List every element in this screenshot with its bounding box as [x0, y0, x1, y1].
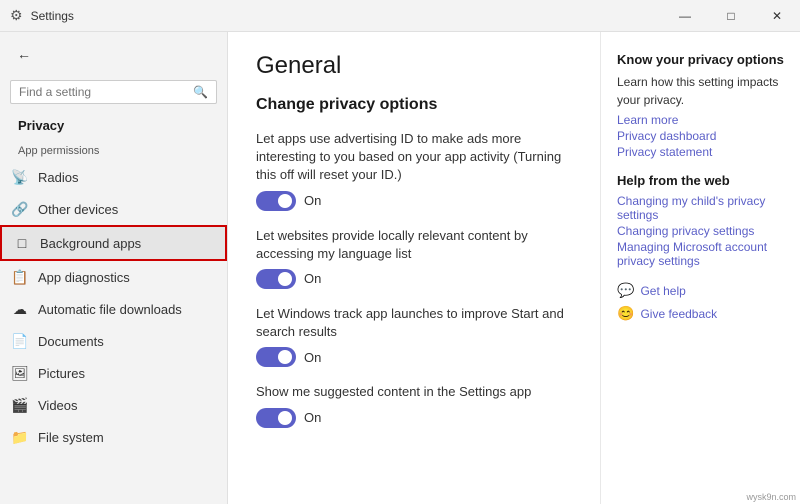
search-input[interactable]: [19, 85, 187, 99]
language-list-description: Let websites provide locally relevant co…: [256, 227, 572, 263]
titlebar: ⚙ Settings — □ ✕: [0, 0, 800, 32]
background-apps-label: Background apps: [40, 236, 141, 251]
help-actions: 💬 Get help 😊 Give feedback: [617, 282, 784, 322]
main-content: General Change privacy options Let apps …: [228, 32, 600, 504]
app-permissions-label: App permissions: [0, 137, 227, 161]
settings-icon: ⚙: [10, 7, 23, 24]
section-title: Change privacy options: [256, 96, 572, 114]
sidebar-item-radios[interactable]: 📡 Radios: [0, 161, 227, 193]
back-button[interactable]: ←: [10, 40, 38, 68]
app-launches-toggle[interactable]: [256, 347, 296, 367]
manage-account-link[interactable]: Managing Microsoft account privacy setti…: [617, 240, 784, 268]
maximize-button[interactable]: □: [708, 0, 754, 32]
app-diagnostics-icon: 📋: [12, 269, 28, 285]
sidebar-item-background-apps[interactable]: □ Background apps: [0, 225, 227, 261]
documents-label: Documents: [38, 334, 104, 349]
advertising-id-toggle[interactable]: [256, 191, 296, 211]
background-apps-icon: □: [14, 235, 30, 251]
sidebar-item-pictures[interactable]: 🖼 Pictures: [0, 357, 227, 389]
get-help-icon: 💬: [617, 282, 634, 299]
search-icon: 🔍: [193, 85, 208, 99]
setting-advertising-id: Let apps use advertising ID to make ads …: [256, 130, 572, 211]
radios-label: Radios: [38, 170, 78, 185]
advertising-id-toggle-label: On: [304, 193, 321, 208]
other-devices-label: Other devices: [38, 202, 118, 217]
sidebar: ← 🔍 Privacy App permissions 📡 Radios 🔗 O…: [0, 32, 228, 504]
titlebar-left: ⚙ Settings: [10, 7, 74, 24]
titlebar-controls: — □ ✕: [662, 0, 800, 32]
sidebar-nav-top: ←: [0, 32, 227, 76]
automatic-downloads-icon: ☁: [12, 301, 28, 317]
sidebar-items-container: 📡 Radios 🔗 Other devices □ Background ap…: [0, 161, 227, 453]
get-help-link[interactable]: Get help: [640, 284, 685, 298]
give-feedback-icon: 😊: [617, 305, 634, 322]
file-system-icon: 📁: [12, 429, 28, 445]
child-privacy-link[interactable]: Changing my child's privacy settings: [617, 194, 784, 222]
know-privacy-description: Learn how this setting impacts your priv…: [617, 73, 784, 109]
language-list-toggle[interactable]: [256, 269, 296, 289]
get-help-item[interactable]: 💬 Get help: [617, 282, 784, 299]
advertising-id-toggle-row: On: [256, 191, 572, 211]
file-system-label: File system: [38, 430, 104, 445]
close-button[interactable]: ✕: [754, 0, 800, 32]
advertising-id-description: Let apps use advertising ID to make ads …: [256, 130, 572, 185]
minimize-button[interactable]: —: [662, 0, 708, 32]
documents-icon: 📄: [12, 333, 28, 349]
give-feedback-item[interactable]: 😊 Give feedback: [617, 305, 784, 322]
titlebar-title: Settings: [31, 9, 74, 23]
privacy-dashboard-link[interactable]: Privacy dashboard: [617, 129, 784, 143]
app-launches-toggle-row: On: [256, 347, 572, 367]
search-box[interactable]: 🔍: [10, 80, 217, 104]
sidebar-item-file-system[interactable]: 📁 File system: [0, 421, 227, 453]
help-web-title: Help from the web: [617, 173, 784, 188]
sidebar-item-other-devices[interactable]: 🔗 Other devices: [0, 193, 227, 225]
sidebar-item-app-diagnostics[interactable]: 📋 App diagnostics: [0, 261, 227, 293]
setting-language-list: Let websites provide locally relevant co…: [256, 227, 572, 289]
radios-icon: 📡: [12, 169, 28, 185]
app-launches-description: Let Windows track app launches to improv…: [256, 305, 572, 341]
app-launches-toggle-label: On: [304, 350, 321, 365]
language-list-toggle-label: On: [304, 271, 321, 286]
pictures-icon: 🖼: [12, 365, 28, 381]
help-links: Changing my child's privacy settings Chan…: [617, 194, 784, 268]
page-title: General: [256, 52, 572, 80]
know-privacy-title: Know your privacy options: [617, 52, 784, 67]
changing-privacy-link[interactable]: Changing privacy settings: [617, 224, 784, 238]
sidebar-item-automatic-downloads[interactable]: ☁ Automatic file downloads: [0, 293, 227, 325]
setting-suggested-content: Show me suggested content in the Setting…: [256, 383, 572, 427]
sidebar-item-videos[interactable]: 🎬 Videos: [0, 389, 227, 421]
setting-app-launches: Let Windows track app launches to improv…: [256, 305, 572, 367]
sidebar-item-documents[interactable]: 📄 Documents: [0, 325, 227, 357]
pictures-label: Pictures: [38, 366, 85, 381]
app-container: ← 🔍 Privacy App permissions 📡 Radios 🔗 O…: [0, 32, 800, 504]
app-diagnostics-label: App diagnostics: [38, 270, 130, 285]
suggested-content-description: Show me suggested content in the Setting…: [256, 383, 572, 401]
right-links: Learn more Privacy dashboard Privacy state…: [617, 113, 784, 159]
suggested-content-toggle[interactable]: [256, 408, 296, 428]
automatic-downloads-label: Automatic file downloads: [38, 302, 182, 317]
language-list-toggle-row: On: [256, 269, 572, 289]
videos-icon: 🎬: [12, 397, 28, 413]
other-devices-icon: 🔗: [12, 201, 28, 217]
right-panel: Know your privacy options Learn how this…: [600, 32, 800, 504]
privacy-statement-link[interactable]: Privacy statement: [617, 145, 784, 159]
privacy-label: Privacy: [0, 112, 227, 137]
give-feedback-link[interactable]: Give feedback: [640, 307, 717, 321]
suggested-content-toggle-label: On: [304, 410, 321, 425]
videos-label: Videos: [38, 398, 78, 413]
learn-more-link[interactable]: Learn more: [617, 113, 784, 127]
settings-list: Let apps use advertising ID to make ads …: [256, 130, 572, 428]
watermark: wysk9n.com: [746, 492, 796, 502]
suggested-content-toggle-row: On: [256, 408, 572, 428]
